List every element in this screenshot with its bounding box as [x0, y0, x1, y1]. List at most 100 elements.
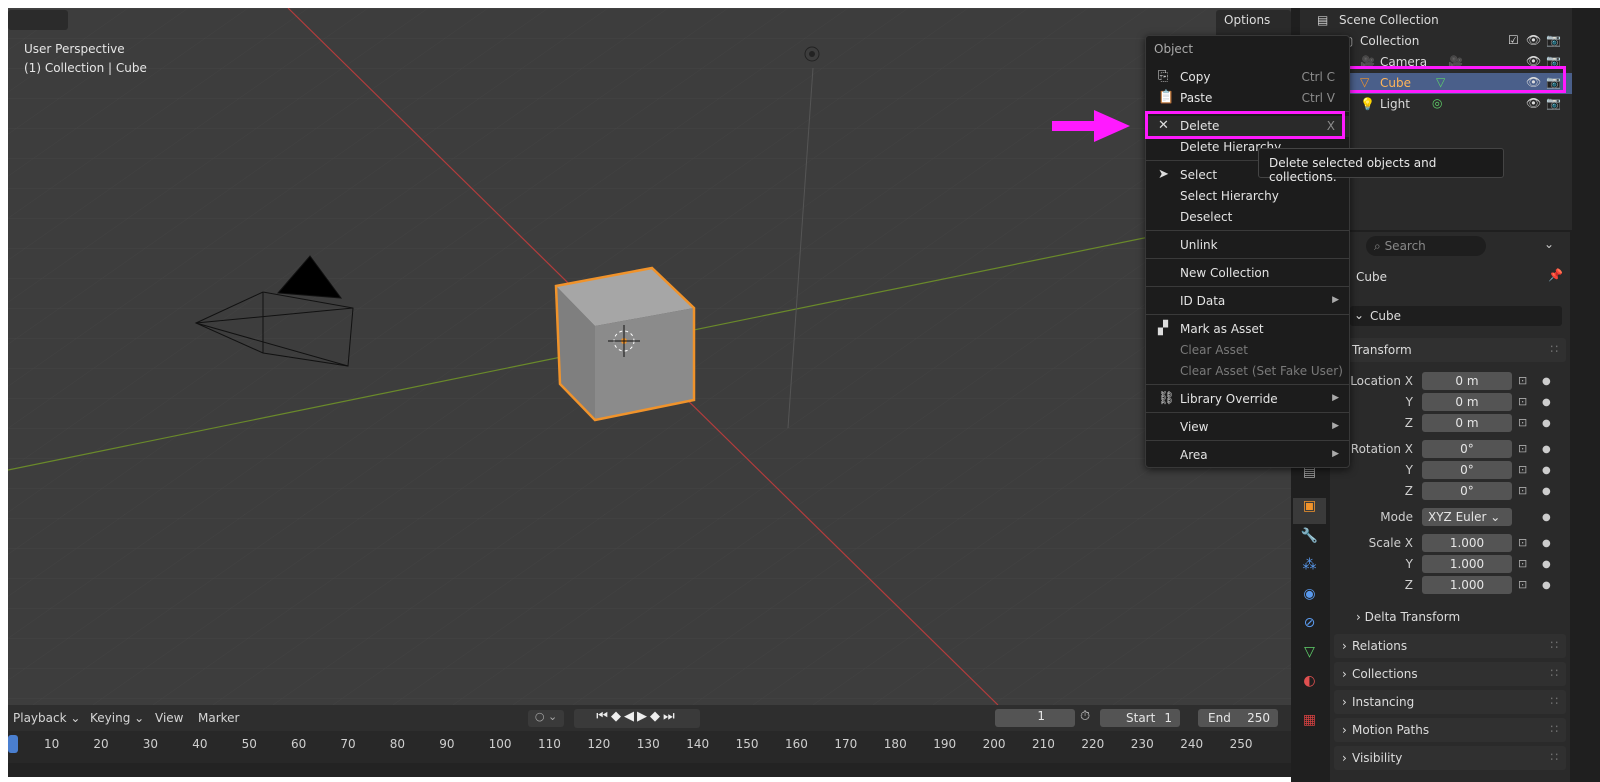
menu-item-deselect[interactable]: Deselect — [1146, 207, 1349, 228]
frame-tick-label: 30 — [142, 737, 159, 751]
checkbox-icon[interactable]: ☑ — [1508, 33, 1519, 47]
object-tab-icon[interactable]: ▣ — [1293, 498, 1326, 524]
menu-divider — [1146, 258, 1349, 259]
menu-item-select-hierarchy[interactable]: Select Hierarchy — [1146, 186, 1349, 207]
chevron-right-icon: › — [1342, 667, 1347, 681]
timeline-scrollbar[interactable] — [8, 763, 1291, 777]
location-y-field[interactable]: 0 m — [1422, 393, 1512, 411]
current-frame-field[interactable]: 1 — [995, 709, 1075, 727]
lock-icon[interactable]: ⊡ — [1518, 374, 1527, 387]
collections-panel-header[interactable]: › Collections ∷ — [1334, 662, 1566, 686]
location-z-field[interactable]: 0 m — [1422, 414, 1512, 432]
modifier-tab-icon[interactable]: 🔧 — [1293, 528, 1326, 554]
motion-paths-panel-header[interactable]: › Motion Paths ∷ — [1334, 718, 1566, 742]
view-menu[interactable]: View — [155, 711, 183, 725]
lock-icon[interactable]: ⊡ — [1518, 442, 1527, 455]
marker-menu[interactable]: Marker — [198, 711, 239, 725]
lock-icon[interactable]: ⊡ — [1518, 463, 1527, 476]
properties-editor[interactable]: ⌕ Search ⌄ Cube 📌 ⌄ Cube Transform ∷ Loc… — [1330, 232, 1570, 782]
timeline-editor[interactable]: Playback ⌄ Keying ⌄ View Marker ○ ⌄ ⏮◆◀▶… — [8, 705, 1291, 777]
drag-handle-icon[interactable]: ∷ — [1550, 638, 1558, 652]
particles-tab-icon[interactable]: ⁂ — [1293, 557, 1326, 583]
frame-tick-label: 210 — [1032, 737, 1055, 751]
menu-item-view[interactable]: View ▶ — [1146, 417, 1349, 438]
lock-icon[interactable]: ⊡ — [1518, 484, 1527, 497]
chevron-right-icon: › — [1342, 723, 1347, 737]
menu-item-clear-asset-fake-user[interactable]: Clear Asset (Set Fake User) — [1146, 361, 1349, 382]
instancing-panel-header[interactable]: › Instancing ∷ — [1334, 690, 1566, 714]
drag-handle-icon[interactable]: ∷ — [1550, 750, 1558, 764]
menu-item-paste[interactable]: 📋 Paste Ctrl V — [1146, 88, 1349, 109]
auto-key-toggle[interactable]: ○ ⌄ — [528, 710, 564, 727]
lock-icon[interactable]: ⊡ — [1518, 557, 1527, 570]
menu-item-clear-asset[interactable]: Clear Asset — [1146, 340, 1349, 361]
menu-item-unlink[interactable]: Unlink — [1146, 235, 1349, 256]
frame-tick-label: 10 — [44, 737, 60, 751]
playback-menu[interactable]: Playback ⌄ — [13, 711, 80, 725]
menu-item-new-collection[interactable]: New Collection — [1146, 263, 1349, 284]
keyframe-dot-icon[interactable]: ● — [1542, 486, 1551, 497]
lock-icon[interactable]: ⊡ — [1518, 578, 1527, 591]
end-frame-field[interactable]: End 250 — [1198, 709, 1278, 727]
menu-shortcut: Ctrl C — [1301, 70, 1335, 84]
data-tab-icon[interactable]: ▽ — [1293, 644, 1326, 670]
search-input[interactable]: ⌕ Search — [1366, 236, 1486, 256]
constraints-tab-icon[interactable]: ⊘ — [1293, 615, 1326, 641]
stopwatch-icon[interactable]: ⏱ — [1080, 709, 1090, 724]
location-x-field[interactable]: 0 m — [1422, 372, 1512, 390]
playback-controls[interactable]: ⏮◆◀▶◆⏭ — [574, 709, 700, 728]
visibility-panel-header[interactable]: › Visibility ∷ — [1334, 746, 1566, 770]
mode-toggle-buttons[interactable] — [8, 10, 68, 30]
frame-tick-label: 90 — [439, 737, 455, 751]
keyframe-dot-icon[interactable]: ● — [1542, 512, 1551, 523]
eye-icon[interactable]: 👁 — [1526, 96, 1541, 110]
keyframe-dot-icon[interactable]: ● — [1542, 538, 1551, 549]
object-name-field[interactable]: ⌄ Cube — [1350, 306, 1562, 326]
keyframe-dot-icon[interactable]: ● — [1542, 444, 1551, 455]
lock-icon[interactable]: ⊡ — [1518, 536, 1527, 549]
rotation-z-field[interactable]: 0° — [1422, 482, 1512, 500]
lock-icon[interactable]: ⊡ — [1518, 395, 1527, 408]
scale-y-field[interactable]: 1.000 — [1422, 555, 1512, 573]
menu-item-mark-as-asset[interactable]: ▞ Mark as Asset — [1146, 319, 1349, 340]
keyframe-dot-icon[interactable]: ● — [1542, 465, 1551, 476]
keyframe-dot-icon[interactable]: ● — [1542, 397, 1551, 408]
transform-panel-header[interactable]: Transform ∷ — [1334, 338, 1566, 362]
texture-tab-icon[interactable]: ▦ — [1293, 712, 1326, 738]
scale-x-field[interactable]: 1.000 — [1422, 534, 1512, 552]
mode-label: Mode — [1380, 510, 1413, 524]
keyframe-dot-icon[interactable]: ● — [1542, 580, 1551, 591]
outliner-row-scene-collection[interactable]: ▤ Scene Collection — [1300, 10, 1572, 31]
keyframe-dot-icon[interactable]: ● — [1542, 376, 1551, 387]
menu-item-library-override[interactable]: ⛓ Library Override ▶ — [1146, 389, 1349, 410]
drag-handle-icon[interactable]: ∷ — [1550, 342, 1558, 356]
menu-item-area[interactable]: Area ▶ — [1146, 445, 1349, 466]
menu-item-id-data[interactable]: ID Data ▶ — [1146, 291, 1349, 312]
keying-menu[interactable]: Keying ⌄ — [90, 711, 144, 725]
scale-z-field[interactable]: 1.000 — [1422, 576, 1512, 594]
chevron-down-icon[interactable]: ⌄ — [1544, 237, 1554, 251]
visibility-label: Visibility — [1352, 751, 1403, 765]
drag-handle-icon[interactable]: ∷ — [1550, 694, 1558, 708]
physics-tab-icon[interactable]: ◉ — [1293, 586, 1326, 612]
keyframe-dot-icon[interactable]: ● — [1542, 559, 1551, 570]
start-frame-field[interactable]: Start 1 — [1100, 709, 1180, 727]
rotation-x-field[interactable]: 0° — [1422, 440, 1512, 458]
object-context-menu[interactable]: Object ⎘ Copy Ctrl C 📋 Paste Ctrl V ✕ Delete X… — [1145, 35, 1350, 468]
playhead[interactable] — [8, 735, 18, 753]
relations-panel-header[interactable]: › Relations ∷ — [1334, 634, 1566, 658]
material-tab-icon[interactable]: ◐ — [1293, 673, 1326, 699]
pin-icon[interactable]: 📌 — [1548, 268, 1563, 282]
drag-handle-icon[interactable]: ∷ — [1550, 666, 1558, 680]
delta-transform-subpanel[interactable]: › Delta Transform — [1356, 610, 1460, 624]
keyframe-dot-icon[interactable]: ● — [1542, 418, 1551, 429]
menu-item-copy[interactable]: ⎘ Copy Ctrl C — [1146, 67, 1349, 88]
lock-icon[interactable]: ⊡ — [1518, 416, 1527, 429]
camera-render-icon[interactable]: 📷 — [1546, 33, 1561, 47]
rotation-y-field[interactable]: 0° — [1422, 461, 1512, 479]
rotation-z-label: Z — [1404, 484, 1413, 498]
eye-icon[interactable]: 👁 — [1526, 33, 1541, 47]
camera-render-icon[interactable]: 📷 — [1546, 96, 1561, 110]
drag-handle-icon[interactable]: ∷ — [1550, 722, 1558, 736]
rotation-mode-select[interactable]: XYZ Euler ⌄ — [1422, 508, 1512, 526]
